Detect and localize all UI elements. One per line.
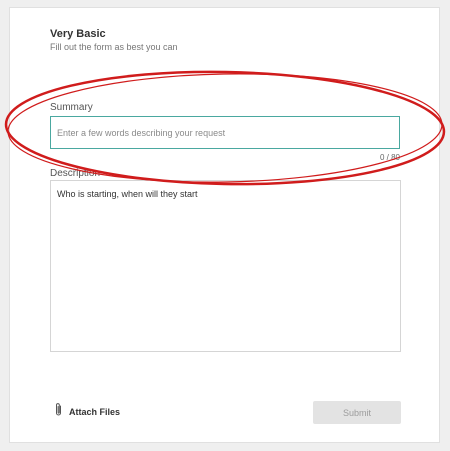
form-title: Very Basic [50, 28, 106, 40]
form-card: Very Basic Fill out the form as best you… [9, 7, 440, 443]
attach-files-label: Attach Files [69, 407, 121, 417]
description-label: Description [50, 168, 101, 179]
form-subtitle: Fill out the form as best you can [50, 42, 178, 52]
summary-char-counter: 0 / 80 [379, 153, 400, 162]
summary-input[interactable] [50, 116, 400, 149]
description-textarea[interactable]: Who is starting, when will they start [50, 180, 401, 352]
submit-button[interactable]: Submit [313, 401, 401, 424]
attach-files-button[interactable]: Attach Files [54, 402, 121, 422]
summary-label: Summary [50, 102, 93, 113]
paperclip-icon [54, 402, 63, 422]
